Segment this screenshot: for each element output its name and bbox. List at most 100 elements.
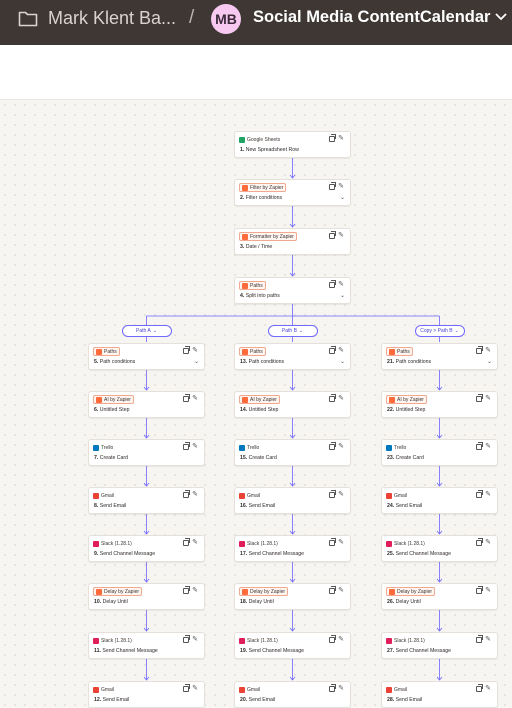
copy-icon[interactable] (329, 231, 336, 239)
chevron-down-icon[interactable] (494, 12, 508, 22)
step-card[interactable]: AI by Zapier 6. Untitled Step ✎ (88, 391, 205, 418)
step-card[interactable]: Trello 7. Create Card ✎ (88, 439, 205, 466)
step-card[interactable]: Slack (1.28.1) 17. Send Channel Message ✎ (234, 535, 351, 562)
path-label-button[interactable]: Path A ⌄ (121, 325, 172, 337)
copy-icon[interactable] (329, 684, 336, 692)
copy-icon[interactable] (476, 442, 483, 450)
step-card[interactable]: Gmail 8. Send Email ✎ (88, 487, 205, 514)
copy-icon[interactable] (183, 442, 190, 450)
copy-icon[interactable] (183, 538, 190, 546)
step-card[interactable]: Formatter by Zapier 3. Date / Time ✎ (234, 228, 351, 255)
ai-icon (96, 396, 102, 403)
copy-icon[interactable] (329, 538, 336, 546)
edit-icon[interactable]: ✎ (338, 183, 344, 190)
step-card[interactable]: AI by Zapier 22. Untitled Step ✎ (381, 391, 498, 418)
step-number: 11. (94, 648, 101, 654)
edit-icon[interactable]: ✎ (192, 685, 198, 692)
edit-icon[interactable]: ✎ (192, 443, 198, 450)
edit-icon[interactable]: ✎ (338, 685, 344, 692)
copy-icon[interactable] (183, 346, 190, 354)
edit-icon[interactable]: ✎ (485, 443, 491, 450)
edit-icon[interactable]: ✎ (485, 636, 491, 643)
breadcrumb-folder[interactable]: Mark Klent Ba... (48, 8, 176, 29)
step-app-name: Slack (1.28.1) (247, 540, 278, 547)
edit-icon[interactable]: ✎ (338, 443, 344, 450)
step-card[interactable]: Delay by Zapier 18. Delay Until ✎ (234, 583, 351, 610)
chevron-down-icon[interactable]: ⌄ (340, 359, 345, 365)
edit-icon[interactable]: ✎ (485, 685, 491, 692)
copy-icon[interactable] (329, 635, 336, 643)
edit-icon[interactable]: ✎ (338, 539, 344, 546)
edit-icon[interactable]: ✎ (338, 491, 344, 498)
edit-icon[interactable]: ✎ (192, 539, 198, 546)
step-card[interactable]: Gmail 20. Send Email ✎ (234, 681, 351, 708)
copy-icon[interactable] (183, 394, 190, 402)
edit-icon[interactable]: ✎ (338, 636, 344, 643)
edit-icon[interactable]: ✎ (338, 347, 344, 354)
copy-icon[interactable] (329, 586, 336, 594)
copy-icon[interactable] (329, 442, 336, 450)
edit-icon[interactable]: ✎ (485, 491, 491, 498)
step-card[interactable]: Slack (1.28.1) 25. Send Channel Message ✎ (381, 535, 498, 562)
copy-icon[interactable] (476, 635, 483, 643)
copy-icon[interactable] (329, 280, 336, 288)
step-card[interactable]: Filter by Zapier 2. Filter conditions ✎ ⌄ (234, 179, 351, 206)
chevron-down-icon[interactable]: ⌄ (487, 359, 492, 365)
step-card[interactable]: Gmail 24. Send Email ✎ (381, 487, 498, 514)
chevron-down-icon[interactable]: ⌄ (340, 195, 345, 201)
step-card[interactable]: Google Sheets 1. New Spreadsheet Row ✎ (234, 131, 351, 158)
edit-icon[interactable]: ✎ (485, 395, 491, 402)
chevron-down-icon[interactable]: ⌄ (340, 293, 345, 299)
copy-icon[interactable] (476, 538, 483, 546)
copy-icon[interactable] (476, 394, 483, 402)
edit-icon[interactable]: ✎ (338, 587, 344, 594)
copy-icon[interactable] (183, 635, 190, 643)
edit-icon[interactable]: ✎ (192, 587, 198, 594)
edit-icon[interactable]: ✎ (485, 587, 491, 594)
copy-icon[interactable] (329, 134, 336, 142)
step-card[interactable]: Gmail 12. Send Email ✎ (88, 681, 205, 708)
copy-icon[interactable] (476, 346, 483, 354)
step-card[interactable]: Gmail 28. Send Email ✎ (381, 681, 498, 708)
folder-icon[interactable] (18, 10, 38, 27)
step-card[interactable]: AI by Zapier 14. Untitled Step ✎ (234, 391, 351, 418)
step-card[interactable]: Paths 4. Split into paths ✎ ⌄ (234, 277, 351, 304)
chevron-down-icon[interactable]: ⌄ (194, 359, 199, 365)
edit-icon[interactable]: ✎ (338, 281, 344, 288)
copy-icon[interactable] (183, 490, 190, 498)
copy-icon[interactable] (329, 346, 336, 354)
step-card[interactable]: Slack (1.28.1) 11. Send Channel Message ✎ (88, 632, 205, 659)
copy-icon[interactable] (329, 394, 336, 402)
step-card[interactable]: Paths 21. Path conditions ✎ ⌄ (381, 343, 498, 370)
copy-icon[interactable] (476, 586, 483, 594)
step-card[interactable]: Gmail 16. Send Email ✎ (234, 487, 351, 514)
step-card[interactable]: Trello 23. Create Card ✎ (381, 439, 498, 466)
edit-icon[interactable]: ✎ (485, 347, 491, 354)
step-card[interactable]: Delay by Zapier 26. Delay Until ✎ (381, 583, 498, 610)
edit-icon[interactable]: ✎ (338, 395, 344, 402)
edit-icon[interactable]: ✎ (192, 491, 198, 498)
edit-icon[interactable]: ✎ (338, 135, 344, 142)
edit-icon[interactable]: ✎ (192, 395, 198, 402)
step-card[interactable]: Slack (1.28.1) 27. Send Channel Message ✎ (381, 632, 498, 659)
path-label-button[interactable]: Path B ⌄ (267, 325, 318, 337)
step-card[interactable]: Paths 13. Path conditions ✎ ⌄ (234, 343, 351, 370)
edit-icon[interactable]: ✎ (485, 539, 491, 546)
zap-title[interactable]: Social Media ContentCalendar (253, 8, 490, 27)
copy-icon[interactable] (329, 182, 336, 190)
avatar[interactable]: MB (211, 4, 241, 34)
copy-icon[interactable] (329, 490, 336, 498)
copy-icon[interactable] (476, 490, 483, 498)
copy-icon[interactable] (183, 684, 190, 692)
edit-icon[interactable]: ✎ (192, 636, 198, 643)
step-card[interactable]: Slack (1.28.1) 9. Send Channel Message ✎ (88, 535, 205, 562)
step-card[interactable]: Slack (1.28.1) 19. Send Channel Message ✎ (234, 632, 351, 659)
step-card[interactable]: Delay by Zapier 10. Delay Until ✎ (88, 583, 205, 610)
copy-icon[interactable] (183, 586, 190, 594)
step-card[interactable]: Paths 5. Path conditions ✎ ⌄ (88, 343, 205, 370)
step-card[interactable]: Trello 15. Create Card ✎ (234, 439, 351, 466)
path-label-button[interactable]: Copy > Path B ⌄ (414, 325, 465, 337)
edit-icon[interactable]: ✎ (338, 232, 344, 239)
copy-icon[interactable] (476, 684, 483, 692)
edit-icon[interactable]: ✎ (192, 347, 198, 354)
